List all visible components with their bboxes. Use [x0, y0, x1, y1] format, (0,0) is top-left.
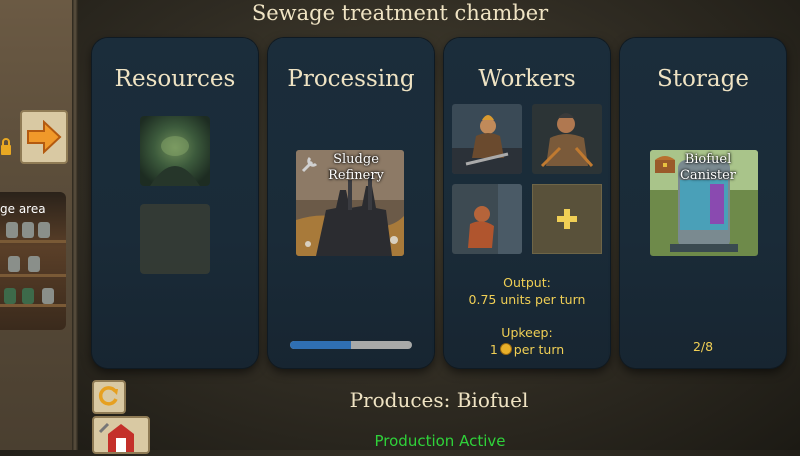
processing-title: Processing [287, 66, 415, 92]
barn-icon [98, 422, 134, 452]
sludge-refinery-card[interactable]: Sludge Refinery [296, 150, 404, 256]
page-title: Sewage treatment chamber [251, 1, 549, 25]
upkeep-label: Upkeep: [501, 325, 553, 340]
storage-panel: Storage Biofuel Canister 2/8 [620, 38, 786, 368]
worker-portrait [532, 104, 602, 174]
worker-slot-1[interactable] [452, 104, 522, 174]
biofuel-canister-card[interactable]: Biofuel Canister [650, 150, 758, 256]
plus-icon [557, 209, 577, 229]
resources-title: Resources [114, 66, 236, 92]
worker-portrait [452, 104, 522, 174]
worker-slot-2[interactable] [532, 104, 602, 174]
sewer-tunnel-image [140, 116, 210, 186]
next-area-button[interactable] [20, 110, 68, 164]
farm-button[interactable] [92, 416, 150, 454]
side-scenery: ge area [0, 0, 72, 450]
add-worker-button[interactable] [532, 184, 602, 254]
storage-title: Storage [657, 66, 749, 92]
refinery-label: Sludge Refinery [328, 152, 384, 183]
storage-count: 2/8 [692, 339, 714, 354]
resources-panel: Resources [92, 38, 258, 368]
lock-icon [1, 138, 11, 155]
storage-area-thumbnail[interactable]: ge area [0, 192, 66, 330]
workers-panel: Workers Output: 0.75 units per turn Upke… [444, 38, 610, 368]
arrow-right-icon [27, 120, 62, 154]
storage-area-label: ge area [0, 202, 46, 216]
processing-progress-fill [290, 341, 351, 349]
processing-progress-bar [290, 341, 412, 349]
processing-panel: Processing Sludge Refinery [268, 38, 434, 368]
panel-divider [72, 0, 78, 450]
cycle-button[interactable] [92, 380, 126, 414]
production-status: Production Active [374, 432, 506, 450]
resource-slot-sewer[interactable] [140, 116, 210, 186]
worker-slot-3[interactable] [452, 184, 522, 254]
upkeep-amount: 1 [489, 342, 498, 357]
coin-icon [499, 343, 512, 355]
worker-portrait [452, 184, 522, 254]
upkeep-unit: per turn [513, 342, 565, 357]
upkeep-value: 1 per turn [444, 341, 610, 358]
resource-slot-empty[interactable] [140, 204, 210, 274]
refresh-icon [98, 386, 118, 406]
biofuel-label: Biofuel Canister [679, 152, 737, 183]
output-value: 0.75 units per turn [468, 292, 586, 307]
output-label: Output: [503, 275, 551, 290]
workers-title: Workers [478, 66, 576, 92]
